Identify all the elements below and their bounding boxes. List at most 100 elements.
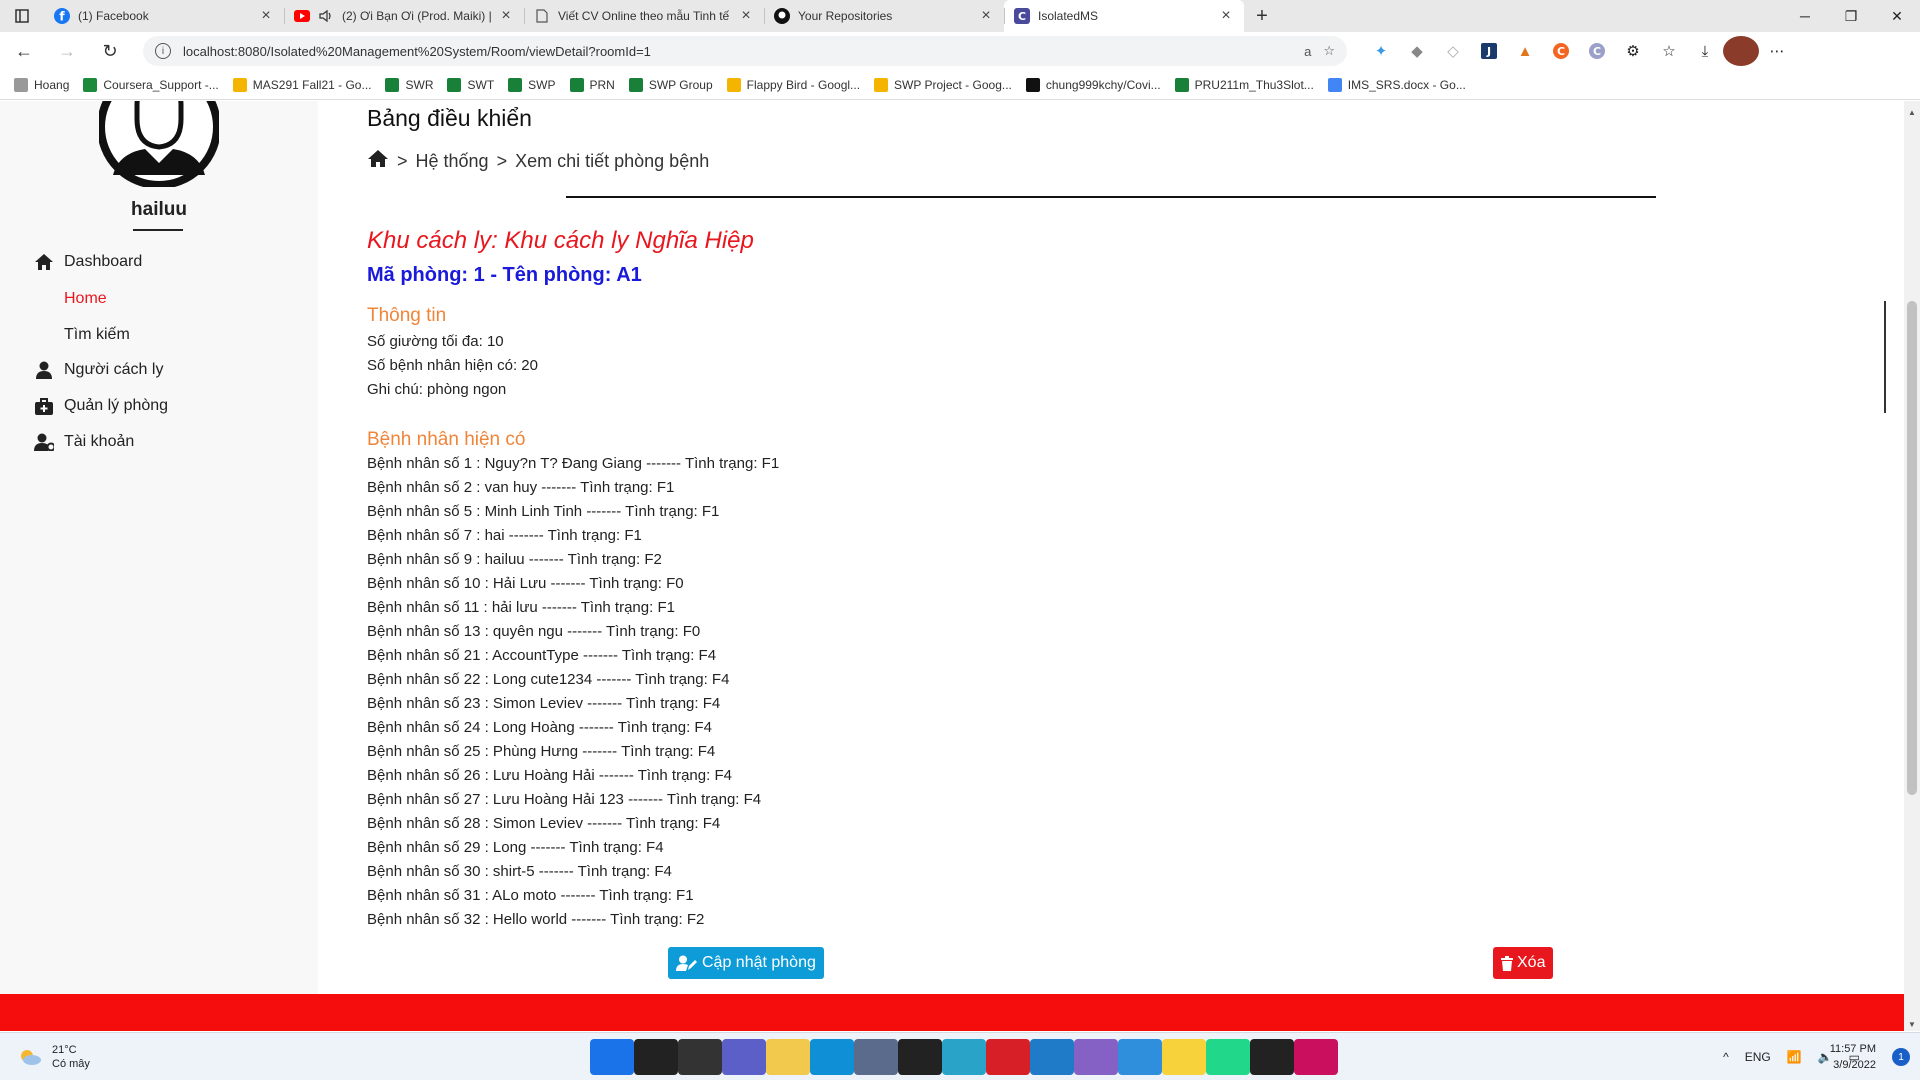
restore-button[interactable]: ❐ bbox=[1828, 0, 1874, 32]
speaker-icon[interactable] bbox=[318, 8, 334, 24]
list-item: Bệnh nhân số 21 : AccountType ------- Tì… bbox=[367, 647, 717, 664]
favorite-star-icon[interactable]: ☆ bbox=[1323, 43, 1335, 59]
user-edit-icon bbox=[676, 955, 698, 971]
downloads-icon[interactable]: ⤓ bbox=[1687, 36, 1723, 66]
home-icon[interactable] bbox=[367, 149, 389, 173]
bookmark-item[interactable]: SWP bbox=[508, 77, 556, 92]
file-explorer-icon[interactable] bbox=[766, 1039, 810, 1075]
close-icon[interactable]: × bbox=[498, 7, 514, 25]
extension-gray-icon[interactable]: ◆ bbox=[1399, 36, 1435, 66]
chevron-up-icon[interactable]: ^ bbox=[1723, 1050, 1729, 1064]
security-icon[interactable] bbox=[854, 1039, 898, 1075]
breadcrumb-system[interactable]: Hệ thống bbox=[416, 151, 489, 172]
read-aloud-icon[interactable]: a bbox=[1304, 44, 1311, 59]
list-item: Bệnh nhân số 29 : Long ------- Tình trạn… bbox=[367, 839, 664, 856]
address-bar[interactable]: i localhost:8080/Isolated%20Management%2… bbox=[143, 36, 1347, 66]
language-indicator[interactable]: ENG bbox=[1745, 1050, 1771, 1064]
reload-button[interactable]: ↻ bbox=[91, 35, 129, 67]
forward-button[interactable]: → bbox=[48, 35, 86, 67]
extension-j-icon[interactable]: J bbox=[1471, 36, 1507, 66]
bookmark-item[interactable]: IMS_SRS.docx - Go... bbox=[1327, 77, 1466, 92]
tab-actions-button[interactable] bbox=[0, 0, 44, 32]
snip-icon[interactable] bbox=[942, 1039, 986, 1075]
delete-room-button[interactable]: Xóa bbox=[1493, 947, 1554, 979]
unity-hub-icon-glyph bbox=[1250, 1039, 1294, 1075]
bookmark-item[interactable]: Coursera_Support -... bbox=[83, 77, 219, 92]
extension-c-orange-icon[interactable]: C bbox=[1543, 36, 1579, 66]
site-info-icon[interactable]: i bbox=[155, 43, 171, 59]
pycharm-icon-glyph bbox=[1206, 1039, 1250, 1075]
visual-studio-icon[interactable] bbox=[1074, 1039, 1118, 1075]
bookmark-item[interactable]: MAS291 Fall21 - Go... bbox=[232, 77, 371, 92]
vscode-icon[interactable] bbox=[1030, 1039, 1074, 1075]
todo-icon[interactable] bbox=[1118, 1039, 1162, 1075]
weather-widget[interactable]: 21°C Có mây bbox=[18, 1043, 90, 1071]
close-icon[interactable]: × bbox=[978, 7, 994, 25]
close-window-button[interactable]: ✕ bbox=[1874, 0, 1920, 32]
svg-text:f: f bbox=[59, 10, 65, 24]
tab-actions-icon bbox=[15, 9, 29, 23]
new-tab-button[interactable]: + bbox=[1244, 0, 1280, 32]
pycharm-icon[interactable] bbox=[1206, 1039, 1250, 1075]
update-room-button[interactable]: Cập nhật phòng bbox=[668, 947, 824, 979]
svg-text:C: C bbox=[1018, 10, 1026, 23]
scroll-down-icon[interactable]: ▼ bbox=[1904, 1017, 1920, 1031]
sidebar-subitem-search[interactable]: Tìm kiếm bbox=[64, 326, 130, 344]
scroll-up-icon[interactable]: ▲ bbox=[1904, 105, 1920, 119]
close-icon[interactable]: × bbox=[258, 7, 274, 25]
edge-icon[interactable] bbox=[810, 1039, 854, 1075]
minimize-button[interactable]: ─ bbox=[1782, 0, 1828, 32]
page-scrollbar[interactable]: ▲ ▼ bbox=[1904, 101, 1920, 1031]
favorites-icon[interactable]: ☆ bbox=[1651, 36, 1687, 66]
profile-avatar-icon[interactable] bbox=[1723, 36, 1759, 66]
bookmark-label: SWR bbox=[405, 77, 434, 92]
wifi-icon[interactable]: 📶 bbox=[1787, 1050, 1802, 1064]
tab-cv[interactable]: Viết CV Online theo mẫu Tinh tế × bbox=[524, 0, 764, 32]
bookmark-item[interactable]: SWP Group bbox=[628, 77, 713, 92]
bookmark-item[interactable]: Flappy Bird - Googl... bbox=[726, 77, 860, 92]
teams-chat-icon[interactable] bbox=[722, 1039, 766, 1075]
bookmark-icon bbox=[447, 77, 462, 92]
unity-hub-icon[interactable] bbox=[1250, 1039, 1294, 1075]
clock[interactable]: 11:57 PM 3/9/2022 bbox=[1830, 1041, 1876, 1073]
extension-shield-icon[interactable]: ◇ bbox=[1435, 36, 1471, 66]
cloud-icon bbox=[21, 1050, 41, 1065]
start-icon[interactable] bbox=[590, 1039, 634, 1075]
bookmark-item[interactable]: SWT bbox=[447, 77, 494, 92]
rider-icon[interactable] bbox=[1294, 1039, 1338, 1075]
task-view-icon[interactable] bbox=[678, 1039, 722, 1075]
more-menu-icon[interactable]: ⋯ bbox=[1759, 36, 1795, 66]
metamask-icon[interactable]: ▲ bbox=[1507, 36, 1543, 66]
close-icon[interactable]: × bbox=[738, 7, 754, 25]
youtube-icon bbox=[294, 8, 310, 24]
url-text[interactable]: localhost:8080/Isolated%20Management%20S… bbox=[183, 44, 1292, 59]
breadcrumb-separator: > bbox=[496, 150, 508, 171]
bookmark-item[interactable]: PRN bbox=[569, 77, 615, 92]
tab-github[interactable]: Your Repositories × bbox=[764, 0, 1004, 32]
sidebar-subitem-home[interactable]: Home bbox=[64, 290, 107, 308]
sidebar-item-dashboard[interactable]: Dashboard bbox=[34, 253, 142, 271]
bookmark-item[interactable]: SWR bbox=[385, 77, 434, 92]
sticky-notes-icon[interactable] bbox=[1162, 1039, 1206, 1075]
tab-facebook[interactable]: f (1) Facebook × bbox=[44, 0, 284, 32]
tab-youtube[interactable]: (2) Ơi Bạn Ơi (Prod. Maiki) | × bbox=[284, 0, 524, 32]
tab-isolatedms[interactable]: C IsolatedMS × bbox=[1004, 0, 1244, 32]
back-button[interactable]: ← bbox=[5, 35, 43, 67]
bookmark-item[interactable]: SWP Project - Goog... bbox=[874, 77, 1012, 92]
extension-bird-icon[interactable]: ✦ bbox=[1363, 36, 1399, 66]
sidebar-item-isolated-people[interactable]: Người cách ly bbox=[34, 361, 163, 379]
sidebar-item-room-management[interactable]: Quản lý phòng bbox=[34, 397, 168, 415]
scrollbar-thumb[interactable] bbox=[1907, 301, 1917, 795]
bookmark-item[interactable]: Hoang bbox=[14, 77, 69, 92]
redhat-icon[interactable] bbox=[986, 1039, 1030, 1075]
extension-c-gray-icon[interactable]: C bbox=[1579, 36, 1615, 66]
bookmark-item[interactable]: PRU211m_Thu3Slot... bbox=[1174, 77, 1314, 92]
bookmark-item[interactable]: chung999kchy/Covi... bbox=[1025, 77, 1161, 92]
extensions-puzzle-icon[interactable]: ⚙ bbox=[1615, 36, 1651, 66]
sidebar-item-account[interactable]: Tài khoản bbox=[34, 433, 134, 451]
close-icon[interactable]: × bbox=[1218, 7, 1234, 25]
notification-badge[interactable]: 1 bbox=[1892, 1048, 1910, 1066]
search-icon[interactable] bbox=[634, 1039, 678, 1075]
bookmark-icon bbox=[14, 77, 28, 92]
unity-icon[interactable] bbox=[898, 1039, 942, 1075]
